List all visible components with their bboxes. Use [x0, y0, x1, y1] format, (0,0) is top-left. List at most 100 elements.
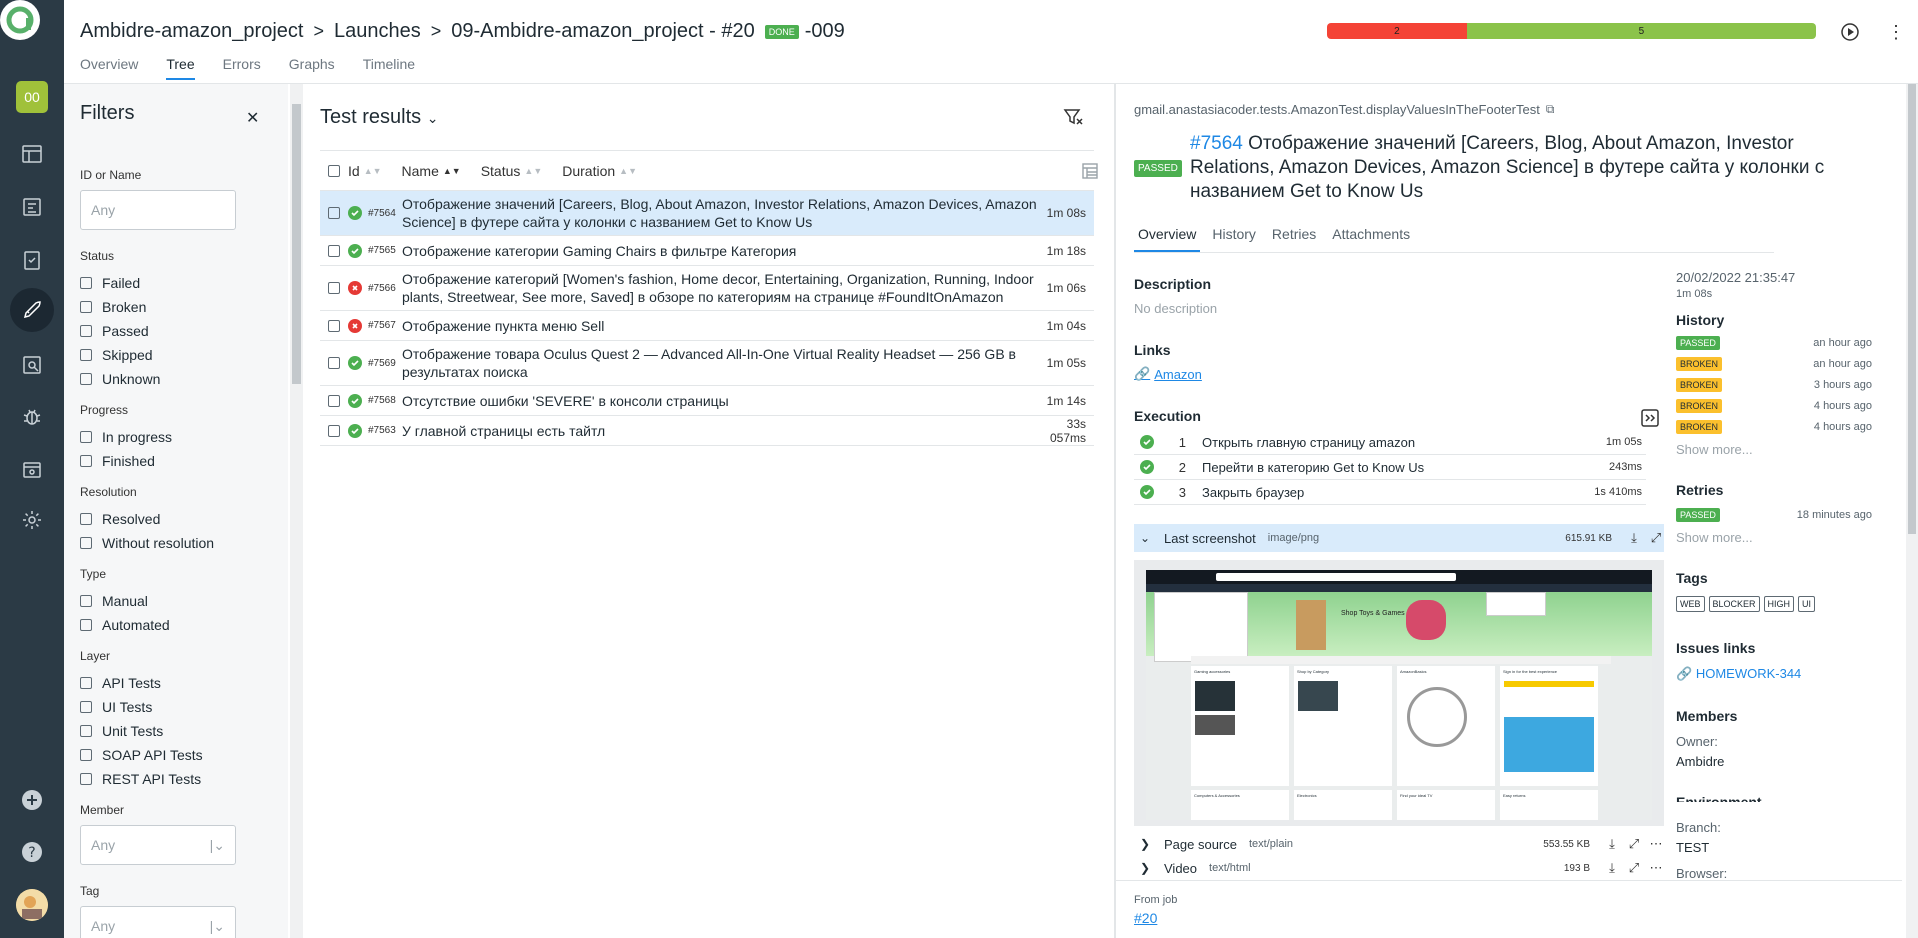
chevron-down-icon[interactable]: ⌄ — [1140, 531, 1156, 545]
row-checkbox[interactable] — [328, 357, 340, 369]
history-show-more[interactable]: Show more... — [1676, 442, 1753, 457]
analytics-icon[interactable] — [16, 349, 48, 381]
download-icon[interactable]: ⤓ — [1604, 836, 1620, 852]
tab-tree[interactable]: Tree — [166, 56, 195, 80]
screenshot-preview[interactable]: Shop Toys & Games Gaming accessories Sho… — [1134, 560, 1664, 826]
row-checkbox[interactable] — [328, 424, 340, 437]
member-select[interactable]: Any |⌄ — [80, 825, 236, 865]
more-horizontal-icon[interactable]: ⋯ — [1648, 860, 1664, 876]
filters-scrollbar[interactable] — [290, 84, 303, 938]
attachment-row[interactable]: ⌄ Last screenshot image/png 615.91 KB ⤓ ⤢ — [1134, 524, 1664, 552]
execution-step[interactable]: 3 Закрыть браузер 1s 410ms — [1134, 480, 1646, 505]
history-row[interactable]: PASSED an hour ago — [1676, 334, 1872, 352]
expand-icon[interactable]: ⤢ — [1648, 530, 1664, 546]
history-row[interactable]: BROKEN an hour ago — [1676, 355, 1872, 373]
chevron-right-icon[interactable]: ❯ — [1140, 861, 1156, 875]
amazon-link[interactable]: 🔗 Amazon — [1134, 366, 1202, 382]
checkbox-failed[interactable]: Failed — [80, 271, 280, 295]
tab-attachments[interactable]: Attachments — [1328, 226, 1414, 252]
details-scrollbar[interactable] — [1906, 84, 1918, 938]
row-checkbox[interactable] — [328, 282, 340, 294]
checkbox-unknown[interactable]: Unknown — [80, 367, 280, 391]
table-row[interactable]: #7563 У главной страницы есть тайтл 33s 05… — [320, 416, 1094, 446]
checkbox-in-progress[interactable]: In progress — [80, 425, 280, 449]
tag-select[interactable]: Any |⌄ — [80, 906, 236, 938]
clear-filter-icon[interactable] — [1062, 106, 1084, 128]
test-cases-icon[interactable] — [16, 244, 48, 276]
table-settings-icon[interactable] — [1080, 161, 1100, 181]
user-avatar[interactable] — [16, 889, 48, 921]
retries-show-more[interactable]: Show more... — [1676, 530, 1753, 545]
copy-icon[interactable]: ⧉ — [1546, 102, 1555, 117]
table-row[interactable]: #7564 Отображение значений [Careers, Blog… — [320, 191, 1094, 236]
history-row[interactable]: BROKEN 3 hours ago — [1676, 376, 1872, 394]
col-duration[interactable]: Duration ▲▼ — [562, 163, 637, 179]
checkbox-skipped[interactable]: Skipped — [80, 343, 280, 367]
select-all-checkbox[interactable] — [328, 164, 340, 177]
allure-logo-icon[interactable] — [0, 0, 40, 40]
table-row[interactable]: #7568 Отсутствие ошибки 'SEVERE' в консол… — [320, 386, 1094, 416]
add-icon[interactable] — [16, 784, 48, 816]
close-icon[interactable]: ✕ — [246, 108, 259, 128]
row-checkbox[interactable] — [328, 394, 340, 407]
from-job-link[interactable]: #20 — [1134, 910, 1157, 926]
id-name-input[interactable]: Any — [80, 190, 236, 230]
download-icon[interactable]: ⤓ — [1626, 530, 1642, 546]
col-status[interactable]: Status ▲▼ — [481, 163, 543, 179]
row-checkbox[interactable] — [328, 244, 340, 257]
expand-icon[interactable]: ⤢ — [1626, 860, 1642, 876]
table-row[interactable]: #7565 Отображение категории Gaming Chairs… — [320, 236, 1094, 266]
checkbox-without-resolution[interactable]: Without resolution — [80, 531, 280, 555]
checkbox-rest-api-tests[interactable]: REST API Tests — [80, 767, 280, 791]
execution-step[interactable]: 1 Открыть главную страницу amazon 1m 05s — [1134, 430, 1646, 455]
checkbox-finished[interactable]: Finished — [80, 449, 280, 473]
launches-icon[interactable] — [10, 288, 54, 332]
help-icon[interactable]: ? — [16, 836, 48, 868]
dashboard-icon[interactable] — [16, 138, 48, 170]
checkbox-automated[interactable]: Automated — [80, 613, 280, 637]
history-row[interactable]: BROKEN 4 hours ago — [1676, 397, 1872, 415]
run-icon[interactable] — [1840, 22, 1860, 42]
expand-steps-icon[interactable] — [1640, 408, 1660, 428]
jobs-icon[interactable] — [16, 454, 48, 486]
more-horizontal-icon[interactable]: ⋯ — [1648, 836, 1664, 852]
tab-graphs[interactable]: Graphs — [289, 56, 335, 80]
checkbox-soap-api-tests[interactable]: SOAP API Tests — [80, 743, 280, 767]
checkbox-api-tests[interactable]: API Tests — [80, 671, 280, 695]
expand-icon[interactable]: ⤢ — [1626, 836, 1642, 852]
settings-icon[interactable] — [16, 504, 48, 536]
checkbox-resolved[interactable]: Resolved — [80, 507, 280, 531]
passed-segment[interactable]: 5 — [1466, 23, 1816, 39]
row-checkbox[interactable] — [328, 319, 340, 332]
breadcrumb-launches[interactable]: Launches — [334, 20, 421, 43]
col-name[interactable]: Name ▲▼ — [402, 163, 461, 179]
checkbox-ui-tests[interactable]: UI Tests — [80, 695, 280, 719]
row-checkbox[interactable] — [328, 207, 340, 219]
test-results-title[interactable]: Test results ⌄ — [320, 106, 438, 129]
launches-list-icon[interactable] — [16, 191, 48, 223]
checkbox-manual[interactable]: Manual — [80, 589, 280, 613]
tab-retries[interactable]: Retries — [1268, 226, 1320, 252]
checkbox-unit-tests[interactable]: Unit Tests — [80, 719, 280, 743]
tab-history[interactable]: History — [1208, 226, 1260, 252]
defects-icon[interactable] — [16, 401, 48, 433]
table-row[interactable]: #7567 Отображение пункта меню Sell 1m 04s — [320, 311, 1094, 341]
retry-row[interactable]: PASSED 18 minutes ago — [1676, 506, 1872, 524]
breadcrumb-project[interactable]: Ambidre-amazon_project — [80, 20, 303, 43]
failed-segment[interactable]: 2 — [1327, 23, 1467, 39]
checkbox-broken[interactable]: Broken — [80, 295, 280, 319]
download-icon[interactable]: ⤓ — [1604, 860, 1620, 876]
attachment-row[interactable]: ❯ Video text/html 193 B ⤓ ⤢ ⋯ — [1134, 854, 1664, 882]
tab-errors[interactable]: Errors — [223, 56, 261, 80]
tab-overview[interactable]: Overview — [80, 56, 138, 80]
table-row[interactable]: #7566 Отображение категорий [Women's fash… — [320, 266, 1094, 311]
test-number[interactable]: #7564 — [1190, 133, 1243, 154]
chevron-right-icon[interactable]: ❯ — [1140, 837, 1156, 851]
issue-link[interactable]: 🔗 HOMEWORK-344 — [1676, 666, 1801, 682]
col-id[interactable]: Id ▲▼ — [348, 163, 382, 179]
execution-step[interactable]: 2 Перейти в категорию Get to Know Us 243ms — [1134, 455, 1646, 480]
tab-overview[interactable]: Overview — [1134, 226, 1201, 252]
more-vertical-icon[interactable]: ⋮ — [1886, 22, 1906, 42]
tab-timeline[interactable]: Timeline — [363, 56, 415, 80]
table-row[interactable]: #7569 Отображение товара Oculus Quest 2 —… — [320, 341, 1094, 386]
